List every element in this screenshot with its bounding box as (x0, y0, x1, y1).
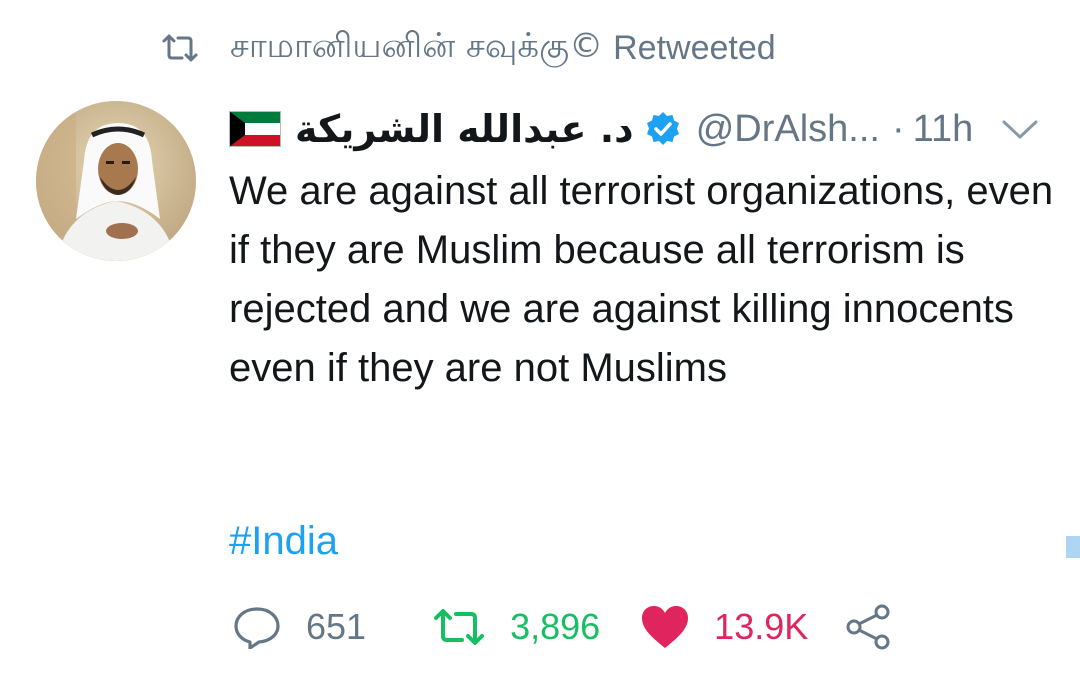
retweeter-name[interactable]: சாமானியனின் சவுக்கு© (230, 26, 603, 70)
retweet-count: 3,896 (510, 606, 601, 647)
author-handle[interactable]: @DrAlsh... (696, 108, 880, 151)
tweet-text: We are against all terrorist organizatio… (229, 169, 1054, 390)
heart-icon (642, 606, 689, 648)
reply-button[interactable]: 651 (232, 605, 366, 649)
kuwait-flag-icon (229, 111, 281, 147)
chevron-down-icon[interactable] (1000, 114, 1040, 144)
action-bar: 651 3,896 13.9K (232, 598, 892, 656)
verified-badge-icon (646, 112, 679, 145)
retweet-icon (434, 609, 485, 645)
retweet-header[interactable]: சாமானியனின் சவுக்கு© Retweeted (160, 26, 776, 70)
share-button[interactable] (844, 604, 892, 650)
retweet-button[interactable]: 3,896 (432, 606, 600, 648)
avatar[interactable] (36, 101, 196, 261)
reply-icon (234, 607, 280, 649)
hashtag-link[interactable]: #India (229, 512, 338, 571)
like-button[interactable]: 13.9K (640, 604, 808, 650)
author-row[interactable]: د. عبدالله الشريكة @DrAlsh... · 11h (229, 100, 973, 158)
tweet-card[interactable]: சாமானியனின் சவுக்கு© Retweeted د. عبدالل… (0, 0, 1080, 678)
like-count: 13.9K (714, 606, 809, 647)
tweet-timestamp[interactable]: 11h (913, 108, 974, 151)
separator-dot: · (891, 107, 905, 150)
retweeted-label: Retweeted (613, 28, 776, 67)
avatar-image (36, 101, 196, 261)
scroll-indicator (1066, 536, 1080, 558)
retweet-icon (162, 34, 198, 62)
share-icon (846, 604, 890, 650)
reply-count: 651 (306, 606, 367, 647)
author-display-name[interactable]: د. عبدالله الشريكة (295, 107, 634, 151)
